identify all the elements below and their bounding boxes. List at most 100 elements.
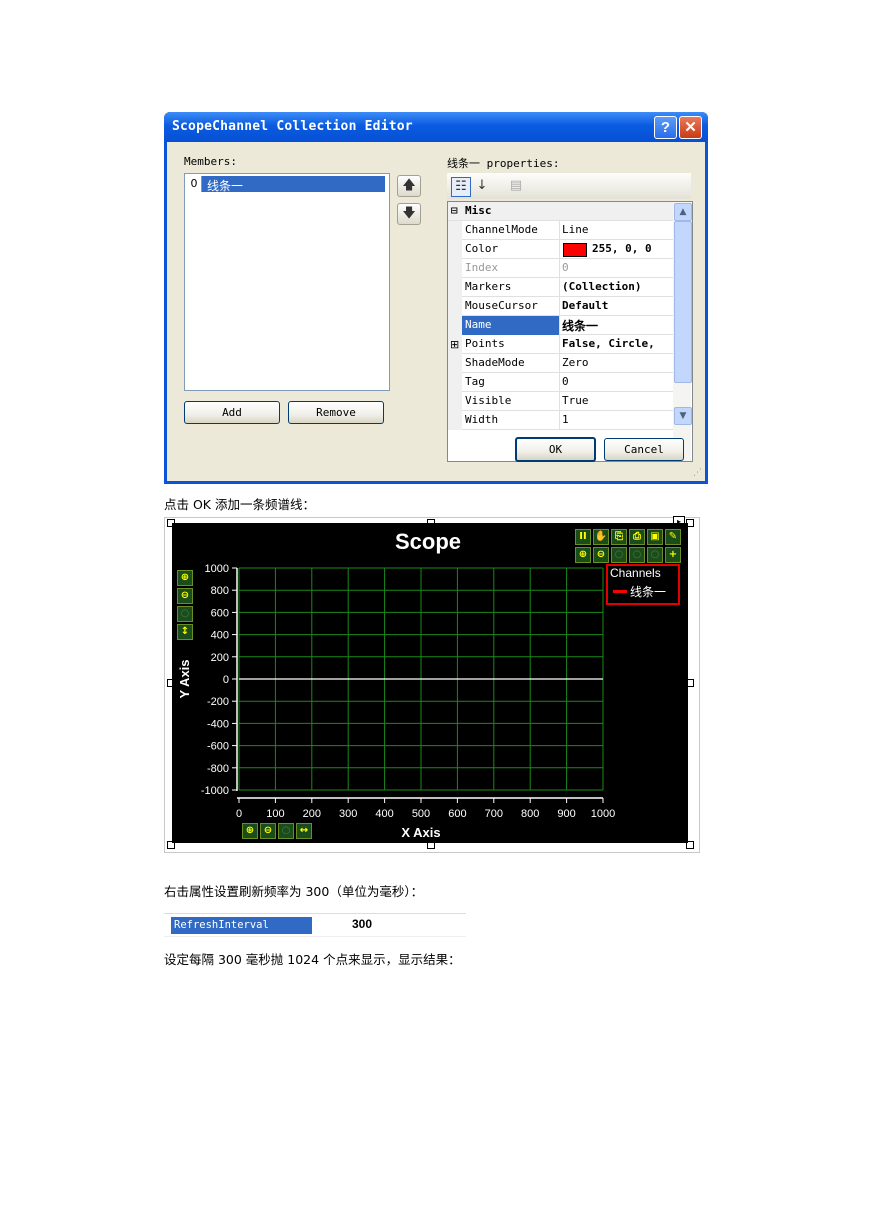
move-down-button[interactable]: 🡇: [397, 203, 421, 225]
divider: [559, 221, 560, 240]
move-up-button[interactable]: 🡅: [397, 175, 421, 197]
properties-label: 线条一 properties:: [447, 157, 560, 170]
x-tick-label: 500: [412, 808, 430, 820]
prop-value[interactable]: 1: [562, 413, 569, 426]
divider: [559, 411, 560, 430]
row-gutter: [448, 411, 462, 430]
divider: [559, 354, 560, 373]
table-row[interactable]: MouseCursor Default: [448, 297, 673, 316]
prop-value[interactable]: Default: [562, 299, 608, 312]
expand-icon[interactable]: ⊞: [450, 338, 459, 351]
caption-1: 点击 OK 添加一条频谱线：: [164, 497, 315, 512]
cancel-button[interactable]: Cancel: [604, 438, 684, 461]
y-tick-label: 0: [223, 674, 229, 686]
table-row[interactable]: ⊞ Points False, Circle,: [448, 335, 673, 354]
prop-value[interactable]: Line: [562, 223, 589, 236]
property-grid[interactable]: ⊟ Misc ChannelMode Line Color 255, 0, 0 …: [447, 201, 693, 462]
property-scrollbar[interactable]: ▲ ▼: [673, 202, 692, 461]
prop-value[interactable]: Zero: [562, 356, 589, 369]
ok-button[interactable]: OK: [515, 437, 596, 462]
prop-value[interactable]: (Collection): [562, 280, 641, 293]
refresh-interval-row[interactable]: RefreshInterval 300: [164, 913, 466, 937]
members-list[interactable]: 0 线条一: [184, 173, 390, 391]
divider: [559, 335, 560, 354]
property-toolbar: ☷ ↓ ▤: [447, 173, 691, 199]
table-row[interactable]: Visible True: [448, 392, 673, 411]
member-index: 0: [187, 176, 202, 192]
arrow-up-icon: 🡅: [402, 178, 416, 193]
y-tick-label: -200: [207, 696, 229, 708]
row-gutter: [448, 373, 462, 392]
y-axis-title: Y Axis: [177, 659, 192, 698]
add-button[interactable]: Add: [184, 401, 280, 424]
table-row[interactable]: Color 255, 0, 0: [448, 240, 673, 259]
remove-button[interactable]: Remove: [288, 401, 384, 424]
prop-name: Name: [465, 318, 492, 331]
collapse-icon[interactable]: ⊟: [451, 204, 458, 217]
alphabetical-icon[interactable]: ↓: [473, 177, 491, 195]
arrow-down-icon: 🡇: [402, 206, 416, 221]
table-row[interactable]: ChannelMode Line: [448, 221, 673, 240]
table-row[interactable]: Index 0: [448, 259, 673, 278]
x-tick-label: 600: [448, 808, 466, 820]
caption-3: 设定每隔 300 毫秒抛 1024 个点来显示，显示结果：: [164, 952, 461, 967]
prop-name: Markers: [465, 280, 512, 293]
category-row[interactable]: ⊟ Misc: [448, 202, 673, 221]
prop-value[interactable]: True: [562, 394, 589, 407]
members-label: Members:: [184, 155, 237, 168]
y-tick-label: 200: [211, 652, 229, 664]
close-button[interactable]: ✕: [679, 116, 702, 139]
prop-name: RefreshInterval: [171, 917, 312, 934]
prop-name: Tag: [465, 375, 485, 388]
table-row[interactable]: ShadeMode Zero: [448, 354, 673, 373]
prop-value[interactable]: 255, 0, 0: [592, 242, 652, 255]
prop-name: Color: [465, 242, 499, 255]
color-swatch: [563, 243, 587, 257]
x-tick-label: 100: [266, 808, 284, 820]
scroll-thumb[interactable]: [674, 221, 692, 383]
prop-name: ChannelMode: [465, 223, 538, 236]
prop-name: Width: [465, 413, 499, 426]
scroll-down-icon[interactable]: ▼: [674, 407, 692, 425]
category-label: Misc: [465, 204, 492, 217]
prop-value[interactable]: 300: [352, 917, 372, 931]
x-tick-label: 0: [236, 808, 242, 820]
row-gutter: [448, 240, 462, 259]
property-pages-icon[interactable]: ▤: [507, 177, 525, 195]
help-button[interactable]: ?: [654, 116, 677, 139]
y-tick-label: -1000: [201, 785, 229, 797]
prop-name: Visible: [465, 394, 512, 407]
table-row[interactable]: Markers (Collection): [448, 278, 673, 297]
x-tick-label: 300: [339, 808, 357, 820]
prop-name: Index: [465, 261, 499, 274]
row-gutter: [448, 392, 462, 411]
member-name: 线条一: [207, 179, 244, 193]
x-tick-label: 800: [521, 808, 539, 820]
table-row[interactable]: Name 线条一: [448, 316, 673, 335]
table-row[interactable]: Width 1: [448, 411, 673, 430]
resize-grip-icon[interactable]: ⋰: [693, 468, 702, 478]
row-gutter: [448, 259, 462, 278]
row-gutter: [448, 297, 462, 316]
scope-plot[interactable]: 1000 800 600 400 200 0 -200 -400 -600 -800 -1000 0 1…: [172, 523, 688, 843]
prop-value[interactable]: False, Circle,: [562, 337, 655, 350]
table-row[interactable]: Tag 0: [448, 373, 673, 392]
prop-value[interactable]: 线条一: [562, 317, 598, 334]
row-gutter: [448, 316, 462, 335]
prop-value[interactable]: 0: [562, 375, 569, 388]
y-tick-label: 1000: [205, 563, 229, 575]
categorized-icon[interactable]: ☷: [451, 177, 471, 197]
y-tick-label: -600: [207, 741, 229, 753]
y-tick-label: 400: [211, 630, 229, 642]
x-tick-label: 200: [303, 808, 321, 820]
scope-control: Scope II ✋ ⎘ ⎙ ▣ ✎ ⊕ ⊖ ○ ○ ○ + ⊕ ⊖ ○ ↕ ⊕…: [172, 523, 688, 843]
divider: [559, 392, 560, 411]
scroll-up-icon[interactable]: ▲: [674, 203, 692, 221]
list-item[interactable]: 0 线条一: [187, 176, 385, 193]
x-axis-title: X Axis: [401, 825, 440, 840]
prop-name: Points: [465, 337, 505, 350]
x-tick-label: 1000: [591, 808, 615, 820]
dialog-titlebar[interactable]: ScopeChannel Collection Editor ? ✕: [164, 112, 708, 142]
divider: [559, 278, 560, 297]
row-gutter: [448, 354, 462, 373]
